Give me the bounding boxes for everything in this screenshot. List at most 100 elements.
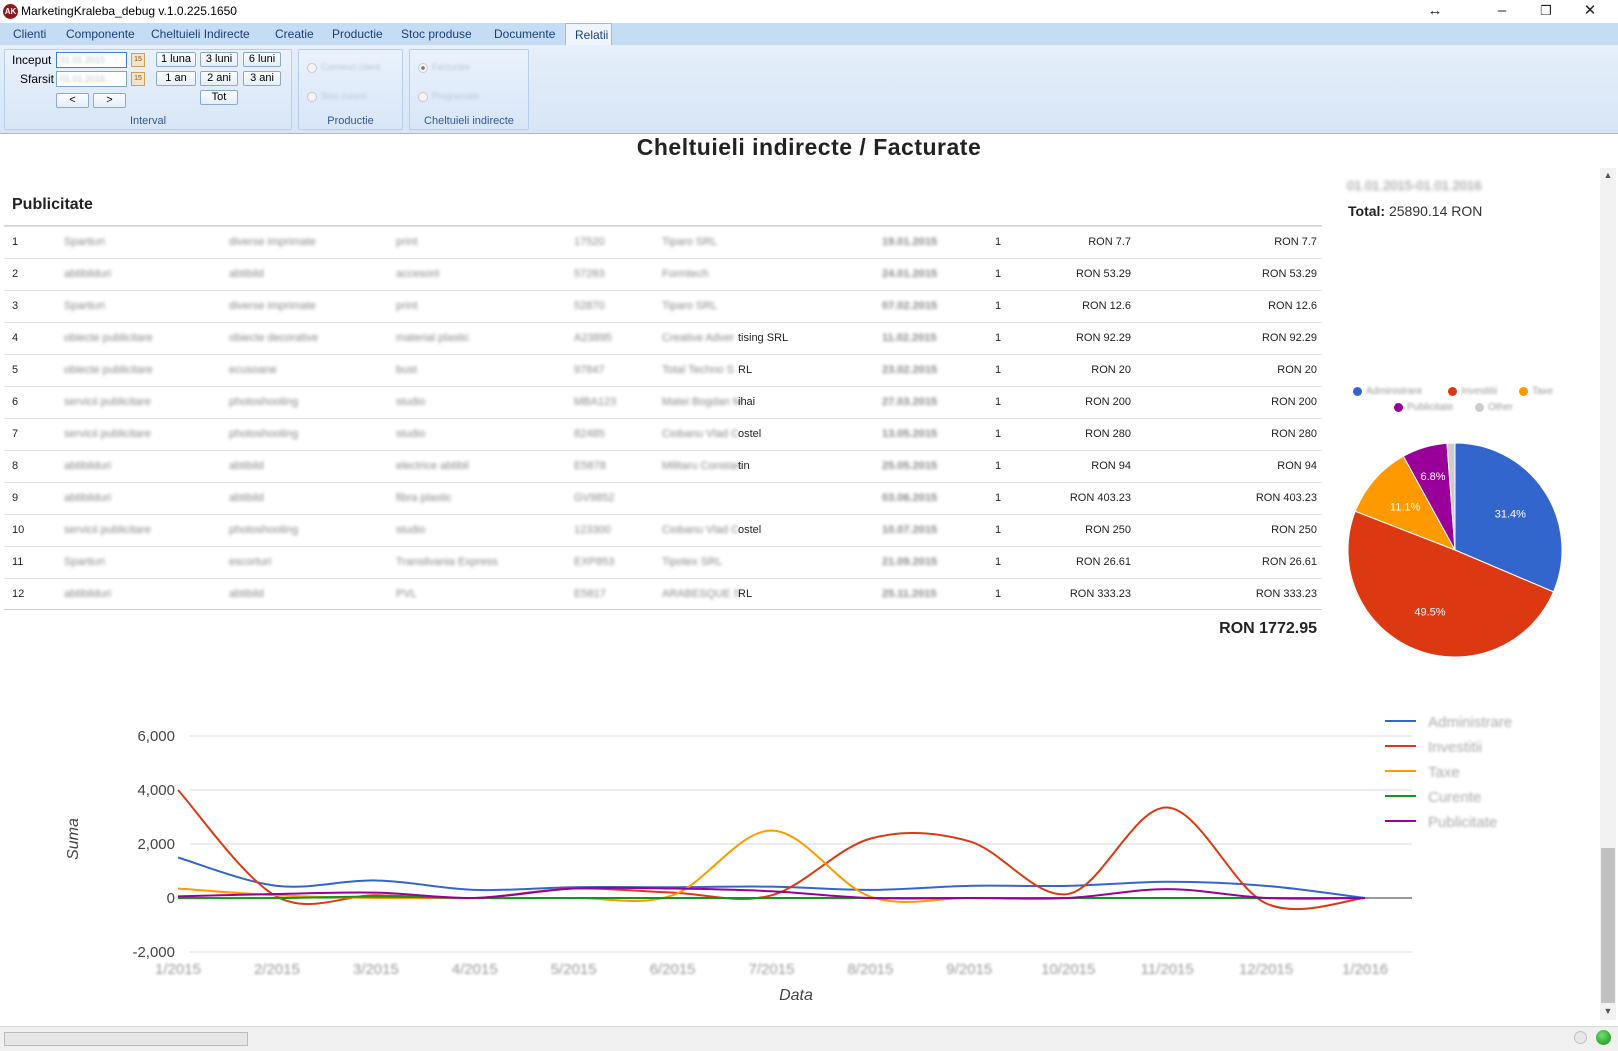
pie-legend-item: Administrare bbox=[1353, 386, 1422, 397]
cell-qty: 1 bbox=[995, 396, 1002, 408]
scroll-up-icon[interactable]: ▲ bbox=[1601, 170, 1615, 184]
restore-button[interactable]: ❐ bbox=[1524, 0, 1568, 23]
cell-c3: studio bbox=[396, 396, 426, 408]
tab-relatii[interactable]: Relatii bbox=[565, 23, 612, 45]
scroll-down-icon[interactable]: ▼ bbox=[1601, 1006, 1615, 1020]
cell-qty: 1 bbox=[995, 236, 1002, 248]
tab-stoc-produse[interactable]: Stoc produse bbox=[392, 23, 485, 45]
tab-productie[interactable]: Productie bbox=[323, 23, 392, 45]
preset-3-months-button[interactable]: 3 luni bbox=[200, 52, 238, 67]
cell-date: 27.03.2015 bbox=[882, 396, 938, 408]
cell-c1: obiecte publicitare bbox=[64, 332, 153, 344]
table-row[interactable]: 2 abtibilduri abtibild accesorii 57283 Formte… bbox=[4, 258, 1322, 290]
preset-1-month-button[interactable]: 1 luna bbox=[156, 52, 196, 67]
table-row[interactable]: 7 servicii publicitare photoshooting studio… bbox=[4, 418, 1322, 450]
cell-c1: servicii publicitare bbox=[64, 428, 151, 440]
x-axis-label: Data bbox=[779, 987, 813, 1004]
tab-documente[interactable]: Documente bbox=[485, 23, 565, 45]
table-row[interactable]: 8 abtibilduri abtibild electrice abtibil E58… bbox=[4, 450, 1322, 482]
pie-slice-label: 6.8% bbox=[1421, 471, 1446, 483]
table-row[interactable]: 12 abtibilduri abtibild PVL E5817 ARABESQUE S… bbox=[4, 578, 1322, 610]
tab-componente[interactable]: Componente bbox=[57, 23, 142, 45]
radio-facturate[interactable] bbox=[418, 63, 428, 73]
cell-price: RON 53.29 bbox=[1075, 268, 1131, 280]
radio-stoc-curent[interactable] bbox=[307, 92, 317, 102]
cell-vendor-visible: tising SRL bbox=[738, 332, 789, 344]
pie-legend-item: Publicitate bbox=[1394, 402, 1453, 413]
minimize-button[interactable]: – bbox=[1480, 0, 1524, 23]
radio-programate[interactable] bbox=[418, 92, 428, 102]
cell-c4: MBA123 bbox=[574, 396, 617, 408]
cell-c3: bust bbox=[396, 364, 417, 376]
preset-6-months-button[interactable]: 6 luni bbox=[243, 52, 281, 67]
end-label: Sfarsit bbox=[20, 72, 55, 86]
productie-group-label: Productie bbox=[327, 115, 374, 127]
cell-total: RON 53.29 bbox=[1261, 268, 1317, 280]
window-title: MarketingKraleba_debug v.1.0.225.1650 bbox=[21, 4, 237, 18]
cell-qty: 1 bbox=[995, 428, 1002, 440]
cell-n: 7 bbox=[12, 428, 19, 440]
x-tick-label: 1/2016 bbox=[1342, 961, 1388, 978]
resize-icon[interactable]: ↔ bbox=[1413, 0, 1457, 23]
start-date-input[interactable]: 01.01.2015 bbox=[56, 52, 127, 68]
cell-vendor-hidden: Tiparo SRL bbox=[662, 300, 718, 312]
cell-date: 10.07.2015 bbox=[882, 524, 938, 536]
cell-n: 11 bbox=[12, 556, 24, 568]
cell-c4: E5878 bbox=[574, 460, 606, 472]
next-interval-button[interactable]: > bbox=[93, 93, 126, 108]
cell-vendor-hidden: Formtech bbox=[662, 268, 709, 280]
x-tick-label: 5/2015 bbox=[551, 961, 597, 978]
legend-label: Publicitate bbox=[1428, 814, 1497, 831]
table-row[interactable]: 3 Spartiuri diverse imprimate print 52870 Tip… bbox=[4, 290, 1322, 322]
table-row[interactable]: 6 servicii publicitare photoshooting studio… bbox=[4, 386, 1322, 418]
table-row[interactable]: 5 obiecte publicitare ecusoane bust 97847 Tot… bbox=[4, 354, 1322, 386]
preset-2-years-button[interactable]: 2 ani bbox=[200, 71, 238, 86]
pie-legend-item: Investitii bbox=[1448, 386, 1497, 397]
table-row[interactable]: 4 obiecte publicitare obiecte decorative ma… bbox=[4, 322, 1322, 354]
all-time-button[interactable]: Tot bbox=[200, 90, 238, 105]
cell-c3: accesorii bbox=[396, 268, 440, 280]
preset-3-years-button[interactable]: 3 ani bbox=[243, 71, 281, 86]
cell-c2: photoshooting bbox=[229, 396, 299, 408]
tab-creatie[interactable]: Creatie bbox=[266, 23, 323, 45]
page-title: Cheltuieli indirecte / Facturate bbox=[636, 134, 982, 160]
table-row[interactable]: 9 abtibilduri abtibild fibra plastic GV9852 0… bbox=[4, 482, 1322, 514]
x-tick-label: 4/2015 bbox=[452, 961, 498, 978]
cell-vendor-visible: tin bbox=[738, 460, 750, 472]
cell-c2: abtibild bbox=[229, 588, 264, 600]
cell-vendor-visible: RL bbox=[738, 588, 753, 600]
total-summary: Total: 25890.14 RON bbox=[1348, 203, 1482, 219]
cell-c2: diverse imprimate bbox=[229, 300, 316, 312]
previous-interval-button[interactable]: < bbox=[56, 93, 89, 108]
cell-total: RON 200 bbox=[1271, 396, 1317, 408]
x-tick-label: 11/2015 bbox=[1141, 961, 1194, 978]
cell-price: RON 7.7 bbox=[1088, 236, 1131, 248]
preset-1-year-button[interactable]: 1 an bbox=[156, 71, 196, 86]
table-top-border bbox=[4, 225, 1322, 226]
cell-vendor-hidden: ARABESQUE S bbox=[662, 588, 741, 600]
cell-c2: obiecte decorative bbox=[229, 332, 319, 344]
progress-bar bbox=[4, 1032, 248, 1046]
cell-price: RON 92.29 bbox=[1075, 332, 1131, 344]
close-button[interactable]: ✕ bbox=[1568, 0, 1612, 23]
table-row[interactable]: 1 Spartiuri diverse imprimate print 17520 Tip… bbox=[4, 226, 1322, 258]
cell-c1: Spartiuri bbox=[64, 236, 105, 248]
tab-clienti[interactable]: Clienti bbox=[4, 23, 57, 45]
cell-price: RON 12.6 bbox=[1082, 300, 1131, 312]
table-row[interactable]: 11 Spartiuri escorturi Transilvania Express… bbox=[4, 546, 1322, 578]
legend-label: Investitii bbox=[1428, 739, 1482, 756]
calendar-icon[interactable]: 15 bbox=[131, 53, 145, 67]
cell-c3: print bbox=[396, 236, 418, 248]
tab-cheltuieli-indirecte[interactable]: Cheltuieli Indirecte bbox=[142, 23, 266, 45]
cell-c3: electrice abtibil bbox=[396, 460, 469, 472]
cell-date: 23.02.2015 bbox=[882, 364, 938, 376]
radio-comenzi-client[interactable] bbox=[307, 63, 317, 73]
scroll-thumb[interactable] bbox=[1601, 848, 1615, 1003]
cell-date: 24.01.2015 bbox=[882, 268, 938, 280]
end-date-input[interactable]: 01.01.2016 bbox=[56, 71, 127, 87]
calendar-icon[interactable]: 15 bbox=[131, 72, 145, 86]
x-tick-label: 9/2015 bbox=[946, 961, 992, 978]
cell-total: RON 280 bbox=[1271, 428, 1317, 440]
section-title: Publicitate bbox=[12, 196, 93, 213]
table-row[interactable]: 10 servicii publicitare photoshooting studi… bbox=[4, 514, 1322, 546]
